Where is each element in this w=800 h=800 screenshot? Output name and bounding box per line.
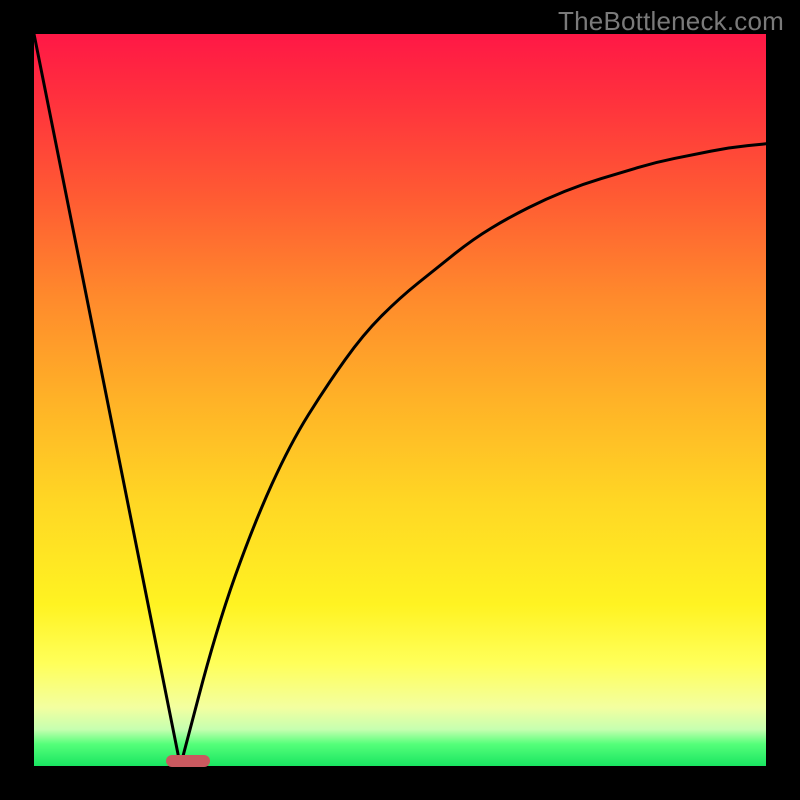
plot-area <box>34 34 766 766</box>
watermark-text: TheBottleneck.com <box>558 6 784 37</box>
bottleneck-curve <box>34 34 766 766</box>
chart-frame: TheBottleneck.com <box>0 0 800 800</box>
optimal-range-marker <box>166 755 210 767</box>
